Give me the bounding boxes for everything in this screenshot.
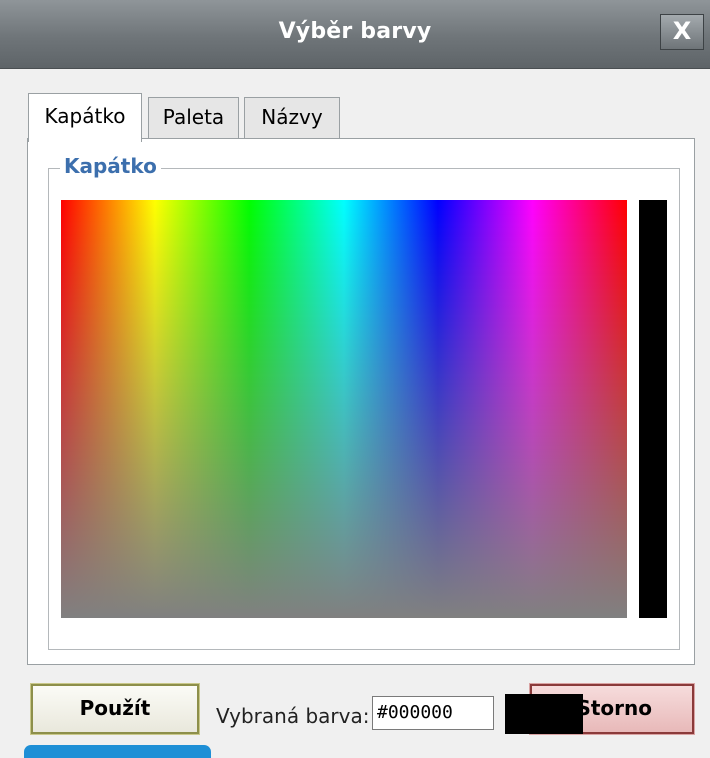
dialog-title: Výběr barvy (278, 19, 432, 44)
apply-button[interactable]: Použít (30, 683, 200, 735)
tab-names[interactable]: Názvy (244, 97, 340, 139)
color-picker-dialog: Výběr barvy X Kapátko Paleta Názvy Kapát… (0, 0, 710, 758)
focus-indicator (24, 745, 211, 758)
tab-panel: Kapátko (27, 138, 695, 665)
close-button[interactable]: X (660, 14, 704, 50)
title-bar: Výběr barvy X (0, 0, 710, 69)
tab-eyedropper[interactable]: Kapátko (28, 93, 142, 142)
close-icon: X (672, 17, 692, 45)
eyedropper-group: Kapátko (48, 154, 680, 650)
selected-color-label: Vybraná barva: (216, 704, 370, 728)
luminance-slider[interactable] (639, 200, 667, 618)
selected-color-swatch (505, 694, 583, 734)
eyedropper-group-label: Kapátko (60, 154, 161, 178)
color-spectrum[interactable] (61, 200, 627, 618)
tab-palette[interactable]: Paleta (148, 97, 239, 139)
color-hex-input[interactable]: #000000 (372, 696, 494, 730)
